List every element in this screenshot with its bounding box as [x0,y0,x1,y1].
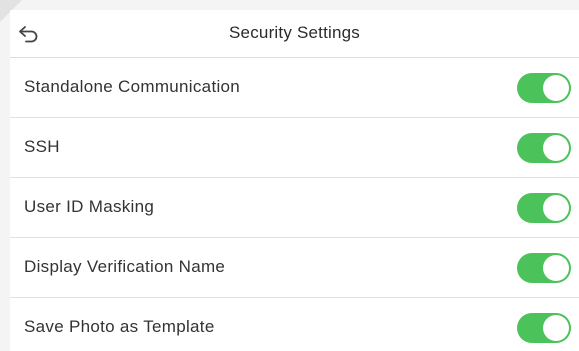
user-id-masking-toggle[interactable] [517,193,571,223]
save-photo-as-template-toggle[interactable] [517,313,571,343]
setting-row-display-verification-name[interactable]: Display Verification Name [10,238,579,298]
security-settings-screen: Security Settings Standalone Communicati… [0,0,579,351]
page-edge-top [0,0,579,10]
setting-label: Display Verification Name [24,257,226,276]
setting-row-ssh[interactable]: SSH [10,118,579,178]
toggle-knob [543,195,569,221]
page-title: Security Settings [229,23,360,42]
standalone-communication-toggle[interactable] [517,73,571,103]
setting-row-standalone-communication[interactable]: Standalone Communication [10,58,579,118]
setting-label: User ID Masking [24,197,155,216]
settings-list: Standalone Communication SSH User ID Mas… [10,58,579,351]
setting-label: SSH [24,137,60,156]
ssh-toggle[interactable] [517,133,571,163]
header-bar: Security Settings [10,10,579,58]
toggle-knob [543,135,569,161]
toggle-knob [543,315,569,341]
setting-row-user-id-masking[interactable]: User ID Masking [10,178,579,238]
display-verification-name-toggle[interactable] [517,253,571,283]
settings-panel: Security Settings Standalone Communicati… [10,10,579,351]
toggle-knob [543,255,569,281]
page-edge-left [0,0,10,351]
toggle-knob [543,75,569,101]
setting-label: Save Photo as Template [24,317,215,336]
setting-label: Standalone Communication [24,77,241,96]
setting-row-save-photo-as-template[interactable]: Save Photo as Template [10,298,579,351]
